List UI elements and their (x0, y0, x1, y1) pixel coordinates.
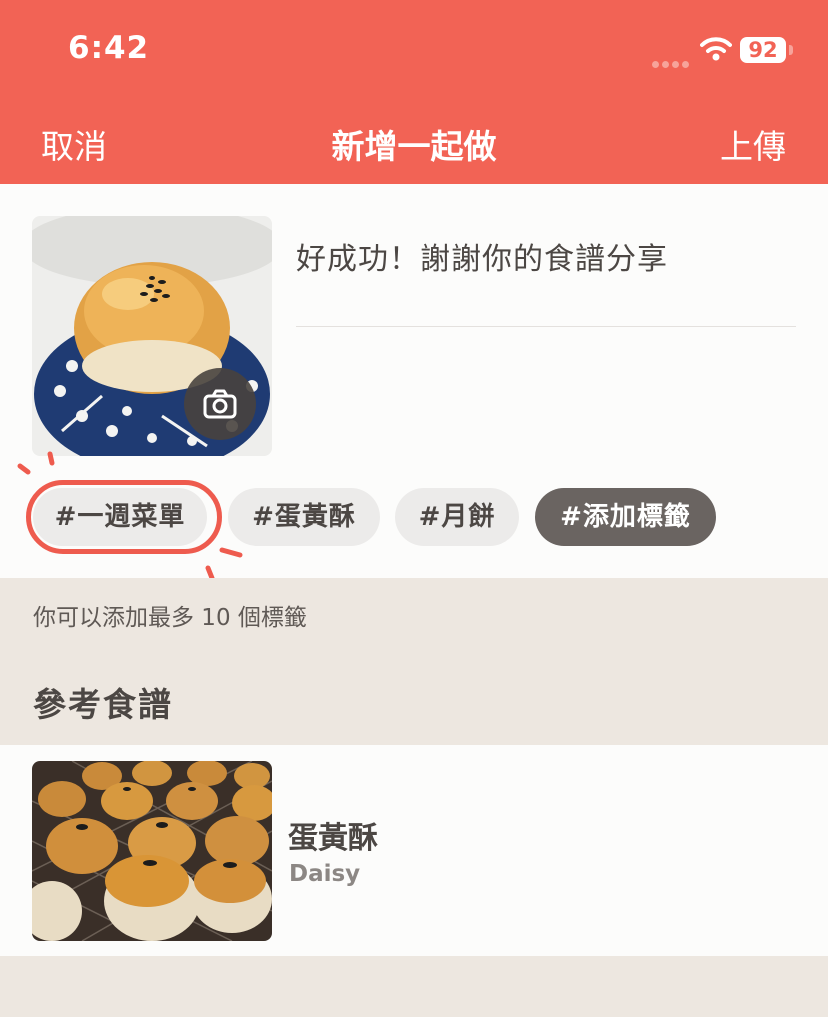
section-title: 參考食譜 (33, 685, 173, 724)
tag-limit-hint: 你可以添加最多 10 個標籤 (33, 605, 307, 631)
battery-icon: 92 (740, 37, 786, 63)
pastry-tray-image (32, 761, 272, 941)
recipe-author: Daisy (289, 861, 361, 887)
page-title: 新增一起做 (331, 127, 497, 166)
cellular-signal-icon (652, 53, 692, 72)
app-header: 6:42 92 新增一起做 取消 上傳 (0, 0, 828, 184)
recipe-title: 蛋黃酥 (288, 821, 378, 856)
wifi-icon (700, 37, 732, 61)
status-time: 6:42 (68, 30, 150, 66)
reference-recipe-card[interactable]: 蛋黃酥 Daisy (0, 745, 828, 956)
tag-chip[interactable]: #月餅 (395, 488, 519, 546)
upload-button[interactable]: 上傳 (720, 120, 786, 168)
highlight-ring (26, 480, 222, 554)
battery-tip (789, 45, 793, 55)
compose-section: 好成功！謝謝你的食譜分享 #一週菜單 #蛋黃酥 #月餅 #添加標籤 (0, 184, 828, 578)
cancel-button[interactable]: 取消 (41, 120, 107, 168)
tag-chip[interactable]: #蛋黃酥 (228, 488, 380, 546)
add-tag-button[interactable]: #添加標籤 (535, 488, 716, 546)
recipe-photo (32, 761, 272, 941)
tag-list: #一週菜單 #蛋黃酥 #月餅 #添加標籤 (0, 184, 828, 578)
